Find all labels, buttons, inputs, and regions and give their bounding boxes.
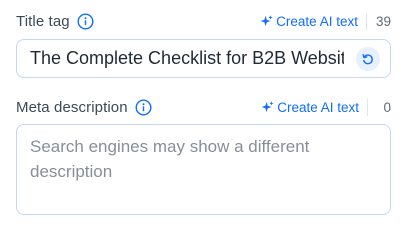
reset-icon (362, 53, 373, 65)
meta-char-count: 0 (383, 99, 391, 115)
title-create-ai-text-label: Create AI text (276, 13, 358, 29)
meta-description-textarea[interactable]: Search engines may show a different desc… (16, 124, 391, 215)
meta-description-header: Meta description Create AI text 0 (16, 95, 391, 119)
title-tag-input[interactable]: The Complete Checklist for B2B Websites (16, 39, 391, 78)
info-icon[interactable] (77, 12, 94, 30)
meta-create-ai-text-label: Create AI text (277, 99, 359, 115)
divider (367, 98, 368, 116)
info-icon[interactable] (135, 98, 152, 116)
title-tag-label: Title tag (16, 12, 70, 30)
reset-button[interactable] (356, 47, 380, 71)
title-create-ai-text-button[interactable]: Create AI text (260, 14, 358, 29)
title-tag-value[interactable]: The Complete Checklist for B2B Websites (30, 40, 344, 77)
meta-create-ai-text-button[interactable]: Create AI text (261, 100, 359, 115)
divider (365, 12, 367, 30)
title-tag-header: Title tag Create AI text 39 (16, 9, 391, 33)
sparkle-icon (260, 14, 273, 26)
meta-description-label: Meta description (16, 98, 128, 116)
title-char-count: 39 (375, 13, 391, 29)
sparkle-icon (261, 100, 274, 112)
meta-description-placeholder: Search engines may show a different desc… (30, 137, 310, 181)
